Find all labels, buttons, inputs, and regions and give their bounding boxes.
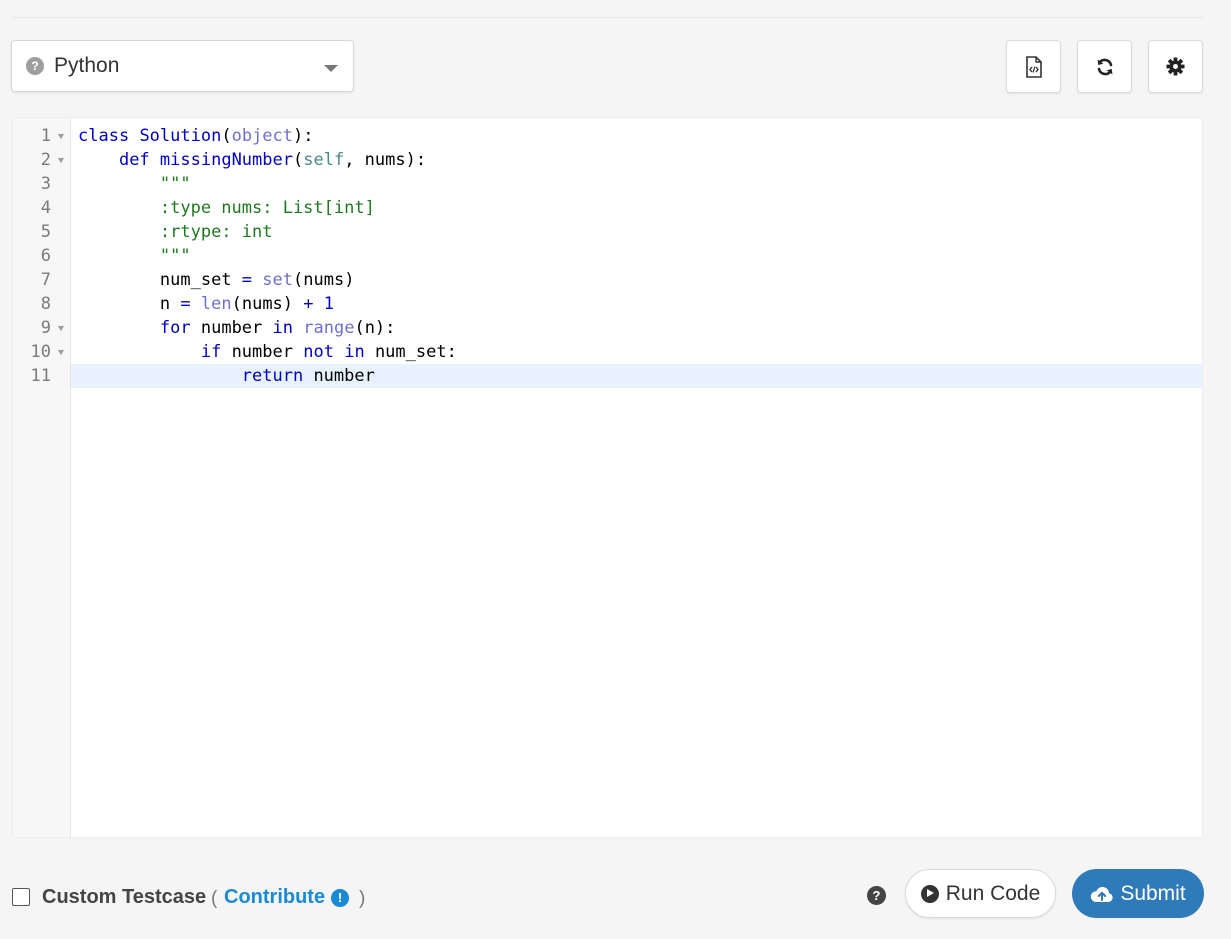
code-line[interactable]: class Solution(object): (71, 124, 1202, 148)
run-code-label: Run Code (945, 881, 1041, 905)
line-number: 7 (40, 270, 51, 290)
line-number: 1 (13, 124, 71, 148)
chevron-down-icon (324, 65, 338, 72)
run-code-button[interactable]: Run Code (905, 869, 1056, 918)
custom-testcase-label: Custom Testcase (42, 886, 207, 908)
question-circle-icon[interactable]: ? (867, 886, 886, 905)
line-number: 10 (13, 340, 71, 364)
language-label: Python (54, 54, 120, 77)
play-circle-icon (920, 884, 939, 903)
submit-label: Submit (1120, 881, 1186, 905)
line-number: 5 (40, 222, 51, 242)
line-number: 6 (40, 246, 51, 266)
line-number: 2 (13, 148, 71, 172)
line-number-gutter: 1 2 3 4 5 6 7 8 9 10 11 (13, 118, 71, 837)
reset-code-button[interactable] (1077, 40, 1132, 93)
code-area[interactable]: class Solution(object): def missingNumbe… (71, 118, 1202, 837)
code-line[interactable]: :type nums: List[int] (71, 196, 1202, 220)
open-paren: ( (211, 888, 218, 909)
fold-arrow-icon[interactable] (58, 158, 64, 163)
line-number: 9 (13, 316, 71, 340)
fold-arrow-icon[interactable] (58, 134, 64, 139)
contribute-link[interactable]: Contribute ! (224, 886, 350, 909)
language-select[interactable]: ? Python (11, 40, 354, 92)
fold-arrow-icon[interactable] (58, 350, 64, 355)
custom-testcase-checkbox[interactable] (12, 888, 30, 906)
code-line[interactable]: :rtype: int (71, 220, 1202, 244)
top-divider (12, 17, 1203, 18)
code-editor[interactable]: 1 2 3 4 5 6 7 8 9 10 11 class Solution(o… (12, 117, 1203, 838)
fold-arrow-icon[interactable] (58, 326, 64, 331)
line-number: 4 (40, 198, 51, 218)
view-code-button[interactable] (1006, 40, 1061, 93)
settings-button[interactable] (1148, 40, 1203, 93)
line-number: 3 (40, 174, 51, 194)
code-line-active[interactable]: return number (71, 364, 1202, 388)
gear-icon (1166, 57, 1185, 76)
exclamation-circle-icon: ! (331, 888, 350, 907)
code-line[interactable]: """ (71, 244, 1202, 268)
code-line[interactable]: """ (71, 172, 1202, 196)
code-line[interactable]: num_set = set(nums) (71, 268, 1202, 292)
question-circle-icon[interactable]: ? (26, 57, 44, 75)
contribute-label: Contribute (224, 886, 326, 908)
file-code-icon (1025, 55, 1042, 78)
close-paren: ) (359, 888, 366, 909)
line-number: 11 (30, 366, 51, 386)
cloud-upload-icon (1091, 886, 1113, 902)
code-line[interactable]: n = len(nums) + 1 (71, 292, 1202, 316)
line-number: 8 (40, 294, 51, 314)
submit-button[interactable]: Submit (1072, 869, 1204, 918)
code-line[interactable]: if number not in num_set: (71, 340, 1202, 364)
code-line[interactable]: for number in range(n): (71, 316, 1202, 340)
code-line[interactable]: def missingNumber(self, nums): (71, 148, 1202, 172)
refresh-icon (1097, 58, 1112, 75)
